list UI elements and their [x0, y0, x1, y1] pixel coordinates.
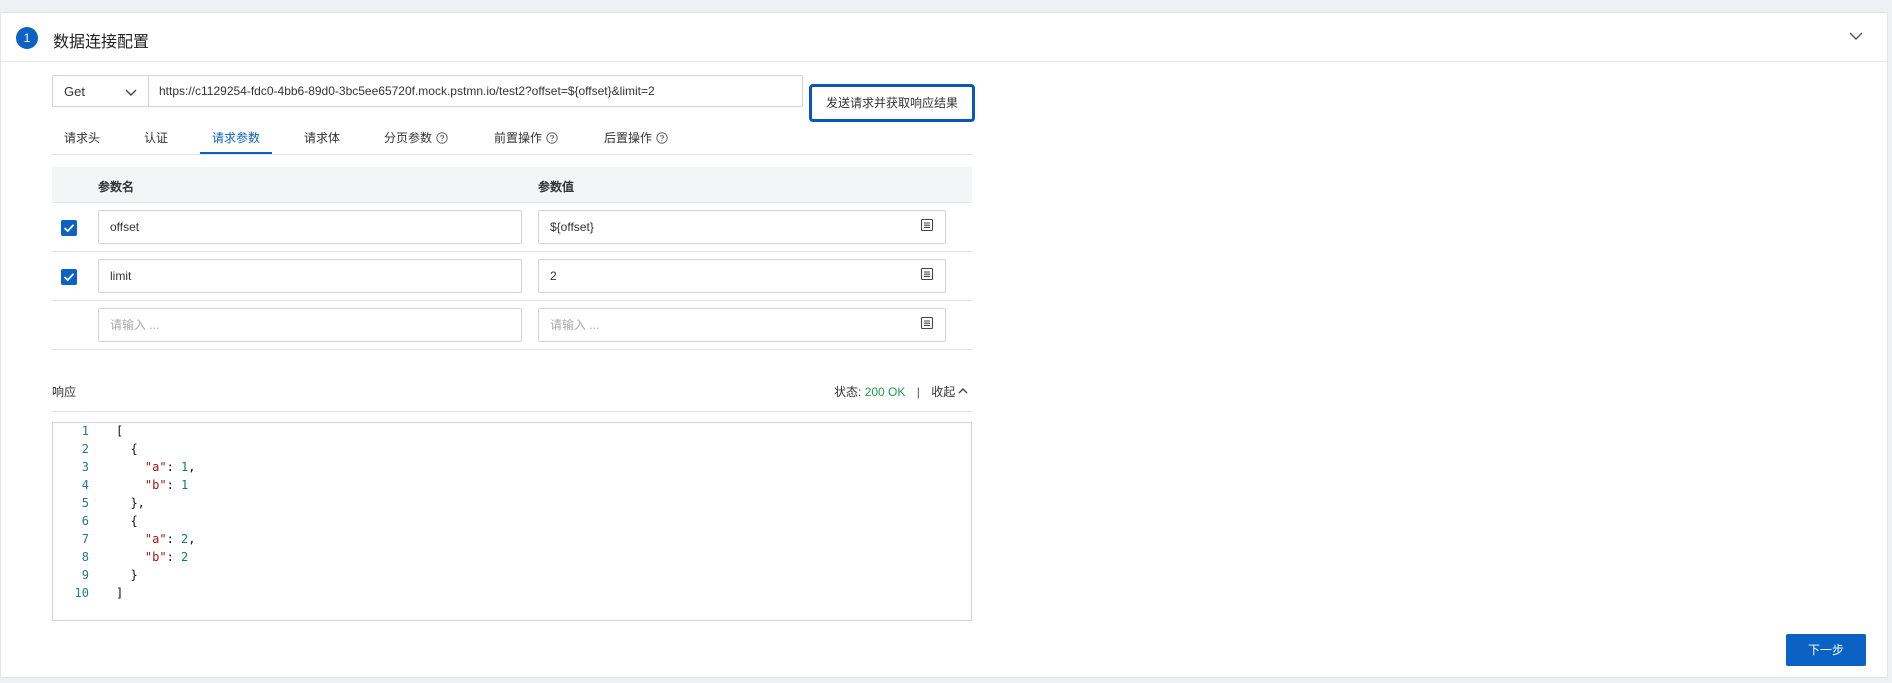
tab-label: 请求参数: [212, 131, 261, 145]
line-code: "b": 2: [144, 550, 189, 564]
active-tab-indicator: [200, 152, 272, 154]
question-circle-icon[interactable]: [656, 132, 668, 144]
line-number: 1: [81, 424, 89, 438]
code-line: 3 "a": 1,: [53, 460, 971, 478]
status-label: 状态:: [834, 385, 862, 399]
data-connection-panel: 1 数据连接配置 Get https://c1129254-fdc0-4bb6-…: [0, 12, 1888, 678]
collapse-response-button[interactable]: 收起: [931, 385, 969, 399]
line-number: 2: [81, 442, 89, 456]
question-circle-icon[interactable]: [546, 132, 558, 144]
table-row: limit 2: [52, 252, 972, 301]
send-request-button[interactable]: 发送请求并获取响应结果: [809, 84, 975, 122]
line-code: "a": 2,: [144, 532, 196, 546]
code-line: 8 "b": 2: [53, 550, 971, 568]
chevron-up-icon: [958, 388, 968, 394]
line-code: },: [116, 496, 145, 510]
tab-label: 后置操作: [604, 131, 653, 145]
tab-params[interactable]: 请求参数: [212, 129, 260, 146]
line-code: ]: [116, 586, 124, 600]
response-label: 响应: [52, 385, 77, 399]
tab-post-operation[interactable]: 后置操作: [604, 129, 668, 146]
params-table-header: 参数名 参数值: [52, 167, 972, 203]
response-status-bar: 状态: 200 OK | 收起: [834, 383, 969, 400]
question-circle-icon[interactable]: [436, 132, 448, 144]
line-number: 9: [81, 568, 89, 582]
check-icon: [63, 273, 75, 282]
param-value-input[interactable]: ${offset}: [538, 210, 946, 244]
tab-auth[interactable]: 认证: [144, 129, 168, 146]
line-code: "b": 1: [144, 478, 189, 492]
line-number: 4: [81, 478, 89, 492]
row-checkbox[interactable]: [61, 269, 77, 285]
step-number-badge: 1: [16, 27, 38, 49]
code-line: 10]: [53, 586, 971, 604]
status-code: 200 OK: [864, 385, 906, 399]
panel-title: 数据连接配置: [53, 34, 150, 51]
editor-icon[interactable]: [920, 218, 934, 232]
code-line: 9 }: [53, 568, 971, 586]
response-divider: [52, 411, 972, 412]
line-number: 7: [81, 532, 89, 546]
tab-label: 请求体: [304, 131, 341, 145]
tab-headers[interactable]: 请求头: [64, 129, 100, 146]
tab-pagination[interactable]: 分页参数: [384, 129, 448, 146]
code-line: 4 "b": 1: [53, 478, 971, 496]
param-value-input[interactable]: 2: [538, 259, 946, 293]
chevron-down-icon[interactable]: [1847, 27, 1865, 45]
url-input[interactable]: https://c1129254-fdc0-4bb6-89d0-3bc5ee65…: [148, 75, 803, 107]
line-code: {: [116, 514, 138, 528]
line-number: 3: [81, 460, 89, 474]
param-name-input[interactable]: limit: [98, 259, 522, 293]
line-code: "a": 1,: [144, 460, 196, 474]
chevron-down-icon: [125, 89, 137, 96]
next-step-button[interactable]: 下一步: [1786, 634, 1866, 666]
line-number: 6: [81, 514, 89, 528]
param-name-input[interactable]: offset: [98, 210, 522, 244]
editor-icon[interactable]: [920, 316, 934, 330]
code-line: 7 "a": 2,: [53, 532, 971, 550]
panel-header[interactable]: 1 数据连接配置: [1, 13, 1887, 62]
line-code: }: [116, 568, 138, 582]
status-separator: |: [916, 385, 920, 399]
code-line: 5 },: [53, 496, 971, 514]
param-value-input[interactable]: 请输入 ...: [538, 308, 946, 342]
editor-icon[interactable]: [920, 267, 934, 281]
code-line: 6 {: [53, 514, 971, 532]
code-line: 1[: [53, 424, 971, 442]
row-checkbox[interactable]: [61, 220, 77, 236]
line-code: {: [116, 442, 138, 456]
tab-label: 前置操作: [494, 131, 543, 145]
tab-pre-operation[interactable]: 前置操作: [494, 129, 558, 146]
code-line: 2 {: [53, 442, 971, 460]
line-number: 5: [81, 496, 89, 510]
tab-label: 请求头: [64, 131, 101, 145]
tab-label: 分页参数: [384, 131, 433, 145]
tab-label: 认证: [144, 131, 169, 145]
column-header-name: 参数名: [98, 180, 135, 194]
check-icon: [63, 224, 75, 233]
line-code: [: [116, 424, 124, 438]
line-number: 8: [81, 550, 89, 564]
param-name-input[interactable]: 请输入 ...: [98, 308, 522, 342]
request-tabs: 请求头 认证 请求参数 请求体 分页参数 前置操作 后置操作: [52, 123, 972, 155]
method-select[interactable]: Get: [52, 75, 148, 107]
table-row: offset ${offset}: [52, 203, 972, 252]
table-row-empty: 请输入 ... 请输入 ...: [52, 301, 972, 350]
method-value: Get: [64, 84, 85, 99]
tab-body[interactable]: 请求体: [304, 129, 340, 146]
line-number: 10: [74, 586, 89, 600]
collapse-label: 收起: [931, 385, 956, 399]
response-code-viewer[interactable]: 1[ 2 { 3 "a": 1, 4 "b": 1 5 }, 6 { 7 "a"…: [52, 422, 972, 621]
column-header-value: 参数值: [538, 180, 575, 194]
